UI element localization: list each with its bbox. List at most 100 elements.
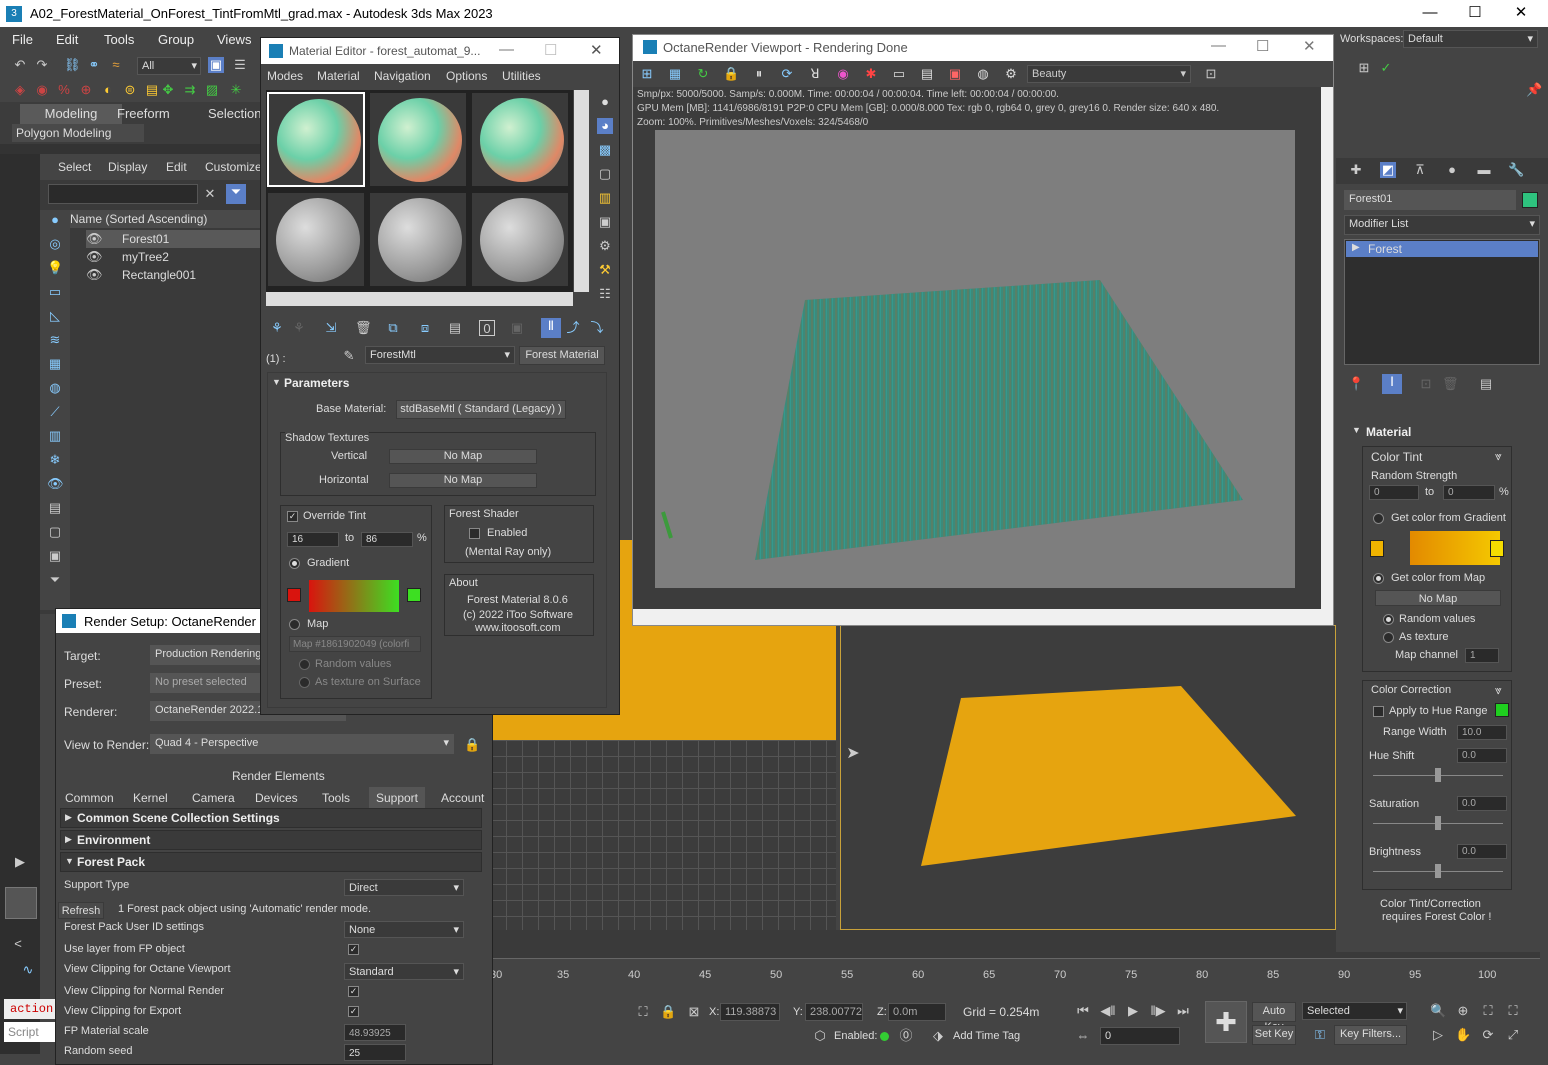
clip-normal-checkbox[interactable]: ✓: [348, 986, 359, 997]
octane-maximize-icon[interactable]: ☐: [1256, 37, 1269, 55]
tab-kernel[interactable]: Kernel: [133, 791, 168, 805]
viewport-perspective[interactable]: ➤: [840, 625, 1336, 930]
motion-tab-icon[interactable]: ●: [1444, 162, 1460, 178]
random-values-radio-disabled[interactable]: [299, 659, 310, 670]
range-width-field[interactable]: 10.0: [1457, 725, 1507, 740]
material-name-field[interactable]: ForestMtl ▾: [365, 346, 515, 364]
scene-column-header[interactable]: Name (Sorted Ascending): [40, 210, 262, 228]
use-layer-checkbox[interactable]: ✓: [348, 944, 359, 955]
next-frame-icon[interactable]: ‖▶: [1150, 1003, 1166, 1019]
background-icon[interactable]: ▩: [597, 142, 613, 158]
visibility-eye-icon[interactable]: 👁: [86, 249, 103, 265]
as-texture-radio[interactable]: [1383, 632, 1394, 643]
zoom-all-icon[interactable]: ⊕: [1455, 1003, 1471, 1019]
show-shaded-icon[interactable]: ▣: [509, 320, 525, 336]
mat-editor-minimize-icon[interactable]: —: [499, 41, 514, 58]
percent-snap-icon[interactable]: %: [56, 82, 72, 98]
base-material-button[interactable]: stdBaseMtl ( Standard (Legacy) ): [396, 400, 566, 419]
pan-icon[interactable]: ✋: [1455, 1027, 1471, 1043]
object-name-field[interactable]: Forest01: [1344, 190, 1516, 210]
tint-gradient-ramp[interactable]: [309, 580, 399, 612]
octane-settings-icon[interactable]: ⚙: [1003, 66, 1019, 82]
get-material-icon[interactable]: ⚘: [269, 320, 285, 336]
minimize-icon[interactable]: —: [1421, 4, 1439, 22]
brightness-thumb[interactable]: [1435, 864, 1441, 878]
horizontal-map-button[interactable]: No Map: [389, 473, 537, 488]
ribbon-tab-selection[interactable]: Selection: [208, 106, 261, 121]
tint-from-field[interactable]: 16: [287, 532, 339, 547]
rotate-icon[interactable]: ⇉: [182, 82, 198, 98]
timeline-ruler[interactable]: 30 35 40 45 50 55 60 65 70 75 80 85 90 9…: [490, 958, 1540, 988]
show-end-result-icon[interactable]: Ⅰ: [1382, 374, 1402, 394]
map-radio[interactable]: [289, 619, 300, 630]
display-invert-icon[interactable]: ▣: [47, 548, 63, 564]
override-tint-checkbox[interactable]: ✓: [287, 511, 298, 522]
go-to-end-icon[interactable]: ⏭: [1175, 1003, 1191, 1019]
select-by-material-icon[interactable]: ⚒: [597, 262, 613, 278]
key-mode-icon[interactable]: ⇔: [1075, 1028, 1091, 1044]
select-object-icon[interactable]: ▣: [208, 57, 224, 73]
unlink-icon[interactable]: ⚭: [86, 57, 102, 73]
as-texture-radio-disabled[interactable]: [299, 677, 310, 688]
adaptive-degradation-icon[interactable]: ⬡: [812, 1028, 828, 1044]
make-copy-icon[interactable]: ⧉: [385, 320, 401, 336]
octane-close-icon[interactable]: ✕: [1303, 37, 1316, 55]
set-key-button[interactable]: Set Key: [1252, 1025, 1296, 1045]
make-unique-icon[interactable]: ⊡: [1418, 376, 1434, 392]
eyedropper-icon[interactable]: ✎: [341, 348, 357, 364]
about-website[interactable]: www.itoosoft.com: [475, 622, 561, 634]
hue-shift-field[interactable]: 0.0: [1457, 748, 1507, 763]
sun-icon[interactable]: ✳: [228, 82, 244, 98]
visibility-eye-icon[interactable]: 👁: [86, 231, 103, 247]
view-lock-icon[interactable]: 🔒: [464, 737, 480, 753]
slots-hscroll[interactable]: [266, 292, 573, 306]
scene-item-forest01[interactable]: Forest01: [122, 232, 169, 246]
go-to-start-icon[interactable]: ⏮: [1075, 1003, 1091, 1019]
octane-vscroll[interactable]: [1321, 87, 1333, 609]
display-all-icon[interactable]: ▤: [47, 500, 63, 516]
menu-edit[interactable]: Edit: [56, 32, 78, 47]
move-icon[interactable]: ✥: [160, 82, 176, 98]
expand-arrow-icon[interactable]: ▶: [12, 854, 28, 870]
scale-icon[interactable]: ▨: [204, 82, 220, 98]
random-seed-field[interactable]: 25: [344, 1044, 406, 1061]
scene-row-selected[interactable]: [86, 230, 262, 248]
auto-key-button[interactable]: Auto Key: [1252, 1002, 1296, 1033]
tab-support[interactable]: Support: [369, 787, 425, 809]
backlight-icon[interactable]: ◕: [597, 118, 613, 134]
selection-lock-icon[interactable]: ⛶: [635, 1004, 651, 1020]
x-coordinate-field[interactable]: 119.38873: [720, 1003, 780, 1021]
make-preview-icon[interactable]: ▣: [597, 214, 613, 230]
select-by-name-icon[interactable]: ☰: [232, 57, 248, 73]
hue-shift-thumb[interactable]: [1435, 768, 1441, 782]
display-geometry-icon[interactable]: ●: [47, 212, 63, 228]
display-groups-icon[interactable]: ▦: [47, 356, 63, 372]
hue-range-swatch[interactable]: [1495, 703, 1509, 717]
modifier-list-dropdown[interactable]: Modifier List ▾: [1344, 215, 1540, 235]
mirror-icon[interactable]: ◐: [100, 82, 116, 98]
saturation-thumb[interactable]: [1435, 816, 1441, 830]
maxscript-listener-field[interactable]: action: [4, 999, 56, 1019]
octane-camera-icon[interactable]: ▣: [947, 66, 963, 82]
material-id-channel-icon[interactable]: 0: [479, 320, 495, 336]
z-coordinate-field[interactable]: 0.0m: [888, 1003, 946, 1021]
put-to-scene-icon[interactable]: ⚘: [291, 320, 307, 336]
stack-expand-icon[interactable]: ▶: [1352, 242, 1360, 253]
octane-render-area[interactable]: Smp/px: 5000/5000. Samp/s: 0.000M. Time:…: [633, 87, 1321, 609]
params-collapse-icon[interactable]: ▼: [272, 377, 281, 387]
saturation-field[interactable]: 0.0: [1457, 796, 1507, 811]
cmd-check-icon[interactable]: ✓: [1378, 60, 1394, 76]
uv-tiling-icon[interactable]: ▢: [597, 166, 613, 182]
add-time-tag-button[interactable]: Add Time Tag: [953, 1030, 1020, 1042]
display-none-icon[interactable]: ▢: [47, 524, 63, 540]
vertical-map-button[interactable]: No Map: [389, 449, 537, 464]
maximize-icon[interactable]: ☐: [1466, 4, 1484, 22]
make-unique-mat-icon[interactable]: ⧈: [417, 320, 433, 336]
gradient-end-swatch[interactable]: [1490, 540, 1504, 557]
mat-menu-material[interactable]: Material: [317, 69, 360, 83]
modify-tab-icon[interactable]: ◩: [1380, 162, 1396, 178]
video-color-check-icon[interactable]: ▥: [597, 190, 613, 206]
angle-snap-icon[interactable]: ◉: [34, 82, 50, 98]
sample-slot-5[interactable]: [369, 192, 467, 287]
view-to-render-dropdown[interactable]: Quad 4 - Perspective ▾: [150, 734, 454, 754]
